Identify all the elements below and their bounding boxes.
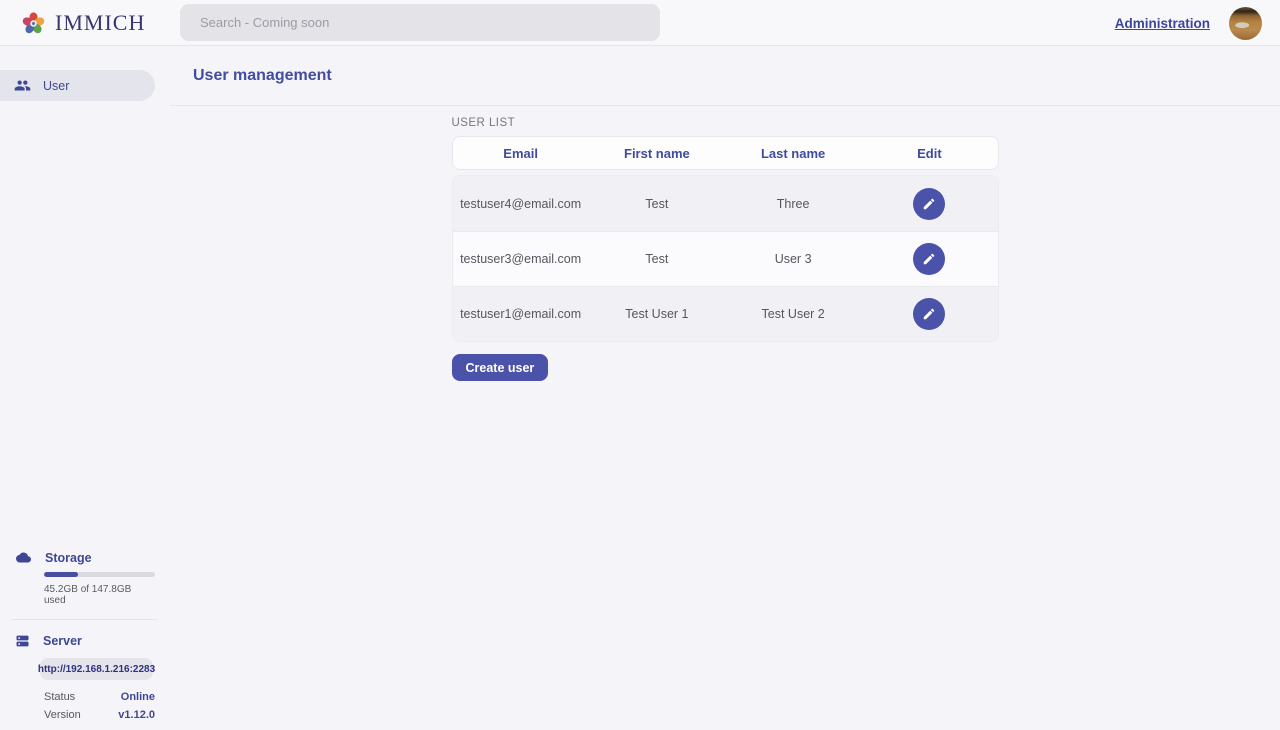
cell-last-name: User 3 bbox=[725, 252, 861, 266]
administration-link[interactable]: Administration bbox=[1115, 16, 1210, 31]
server-status-row: Status Online bbox=[44, 691, 155, 703]
edit-user-button[interactable] bbox=[913, 188, 945, 220]
edit-user-button[interactable] bbox=[913, 298, 945, 330]
user-row: testuser4@email.com Test Three bbox=[453, 176, 998, 231]
table-body: testuser4@email.com Test Three testuser3… bbox=[452, 175, 999, 342]
brand-title: IMMICH bbox=[55, 10, 145, 36]
top-navbar: IMMICH Administration bbox=[0, 0, 1280, 46]
storage-usage-text: 45.2GB of 147.8GB used bbox=[44, 584, 155, 606]
column-header-first-name: First name bbox=[589, 146, 725, 161]
column-header-last-name: Last name bbox=[725, 146, 861, 161]
user-row: testuser3@email.com Test User 3 bbox=[453, 231, 998, 286]
sidebar-divider bbox=[12, 619, 157, 620]
pencil-icon bbox=[922, 197, 936, 211]
create-user-button[interactable]: Create user bbox=[452, 354, 549, 381]
cell-last-name: Test User 2 bbox=[725, 307, 861, 321]
sidebar-footer: Storage 45.2GB of 147.8GB used Server ht… bbox=[0, 550, 155, 721]
status-label: Status bbox=[44, 691, 75, 703]
cell-email: testuser3@email.com bbox=[453, 252, 589, 266]
column-header-edit: Edit bbox=[861, 146, 997, 161]
cell-first-name: Test bbox=[589, 252, 725, 266]
server-url-badge: http://192.168.1.216:2283 bbox=[40, 658, 153, 680]
cell-first-name: Test bbox=[589, 197, 725, 211]
version-label: Version bbox=[44, 709, 81, 721]
sidebar-item-label: User bbox=[43, 79, 69, 93]
pencil-icon bbox=[922, 252, 936, 266]
user-list-section: USER LIST Email First name Last name Edi… bbox=[452, 117, 999, 381]
cell-email: testuser1@email.com bbox=[453, 307, 589, 321]
cloud-icon bbox=[14, 550, 33, 565]
content-header: User management bbox=[170, 46, 1280, 106]
navbar-right: Administration bbox=[1115, 0, 1262, 46]
search-input[interactable] bbox=[180, 4, 660, 41]
table-header-row: Email First name Last name Edit bbox=[452, 136, 999, 170]
storage-progress-fill bbox=[44, 572, 78, 577]
brand[interactable]: IMMICH bbox=[20, 0, 145, 46]
section-label: USER LIST bbox=[452, 117, 999, 129]
column-header-email: Email bbox=[453, 146, 589, 161]
storage-section-header: Storage bbox=[0, 550, 155, 565]
immich-logo-icon bbox=[20, 10, 47, 37]
server-section-header: Server bbox=[0, 633, 155, 649]
server-icon bbox=[14, 633, 31, 649]
sidebar: User Storage 45.2GB of 147.8GB used bbox=[0, 46, 155, 730]
sidebar-item-user[interactable]: User bbox=[0, 70, 155, 101]
user-row: testuser1@email.com Test User 1 Test Use… bbox=[453, 286, 998, 341]
users-icon bbox=[14, 77, 31, 94]
storage-progress-bar bbox=[44, 572, 155, 577]
page-title: User management bbox=[193, 67, 332, 85]
edit-user-button[interactable] bbox=[913, 243, 945, 275]
main-content: User management USER LIST Email First na… bbox=[170, 46, 1280, 730]
server-version-row: Version v1.12.0 bbox=[44, 709, 155, 721]
pencil-icon bbox=[922, 307, 936, 321]
storage-label: Storage bbox=[45, 551, 92, 565]
user-avatar[interactable] bbox=[1229, 7, 1262, 40]
cell-first-name: Test User 1 bbox=[589, 307, 725, 321]
cell-email: testuser4@email.com bbox=[453, 197, 589, 211]
server-label: Server bbox=[43, 634, 82, 648]
status-value: Online bbox=[121, 691, 155, 703]
version-value: v1.12.0 bbox=[118, 709, 155, 721]
cell-last-name: Three bbox=[725, 197, 861, 211]
